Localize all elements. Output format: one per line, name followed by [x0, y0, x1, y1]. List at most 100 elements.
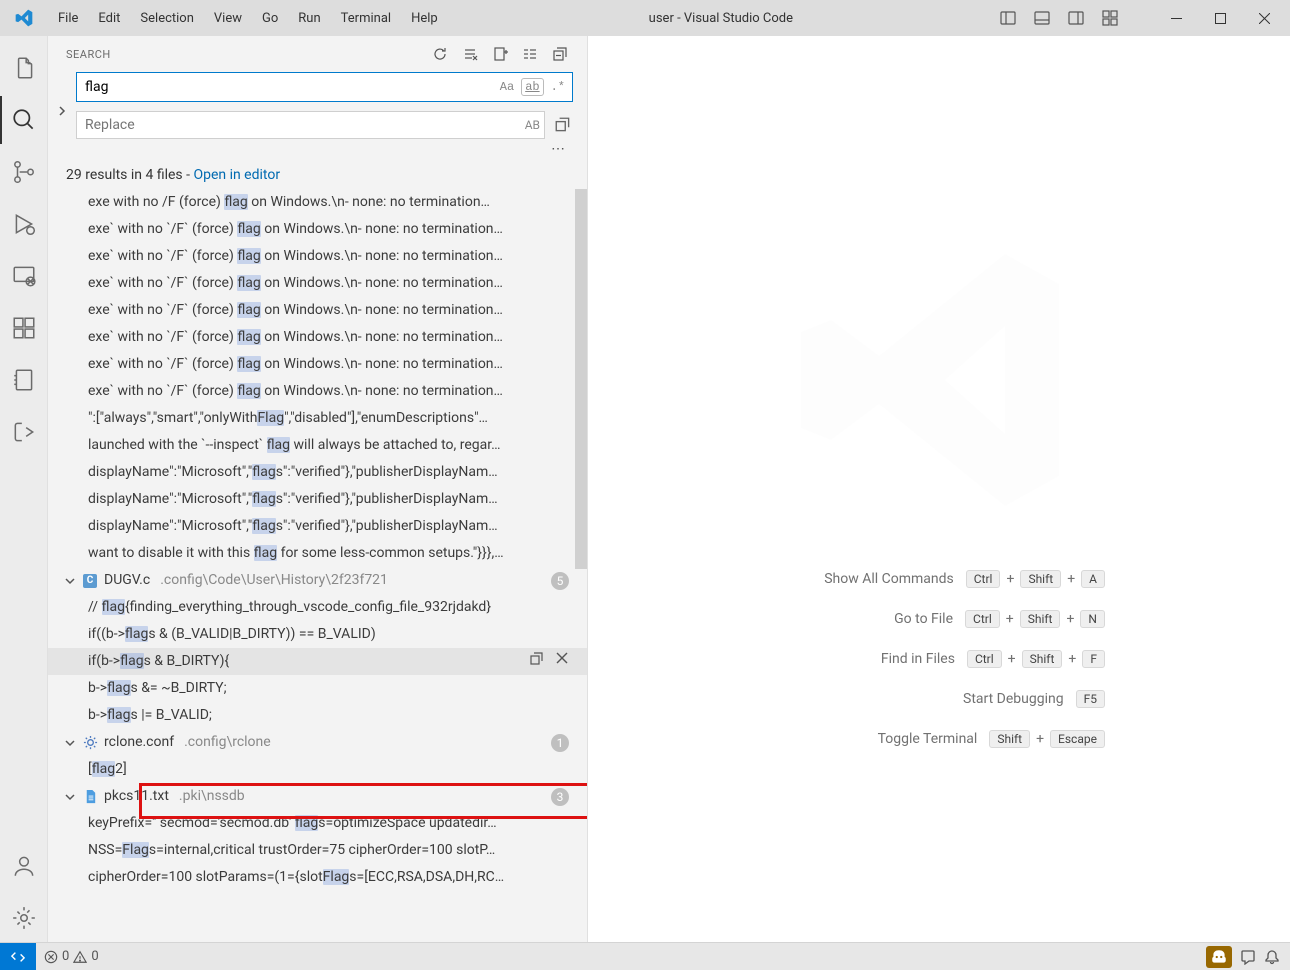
- search-result-line[interactable]: if(b->flags & B_DIRTY){: [48, 648, 587, 675]
- search-result-line[interactable]: displayName":"Microsoft","flags":"verifi…: [48, 513, 587, 540]
- activity-extensions-icon[interactable]: [0, 304, 48, 352]
- status-problems[interactable]: 0 0: [36, 949, 107, 964]
- use-regex-icon[interactable]: .*: [548, 79, 568, 95]
- search-result-line[interactable]: exe` with no `/F` (force) flag on Window…: [48, 378, 587, 405]
- search-result-line[interactable]: exe` with no `/F` (force) flag on Window…: [48, 351, 587, 378]
- file-path: .pki\nssdb: [179, 783, 245, 810]
- match-whole-word-icon[interactable]: ab: [521, 78, 543, 96]
- key: Escape: [1050, 730, 1105, 748]
- search-result-line[interactable]: exe` with no `/F` (force) flag on Window…: [48, 216, 587, 243]
- menu-edit[interactable]: Edit: [88, 5, 130, 32]
- dismiss-result-icon[interactable]: [555, 651, 569, 667]
- replace-all-icon[interactable]: [553, 115, 573, 135]
- window-maximize-icon[interactable]: [1198, 0, 1242, 36]
- menu-go[interactable]: Go: [252, 5, 288, 32]
- match-case-icon[interactable]: Aa: [497, 79, 517, 95]
- menu-view[interactable]: View: [204, 5, 252, 32]
- toggle-search-details-icon[interactable]: ⋯: [48, 139, 587, 157]
- activity-search-icon[interactable]: [0, 96, 48, 144]
- search-result-line[interactable]: NSS=Flags=internal,critical trustOrder=7…: [48, 837, 587, 864]
- editor-area: Show All CommandsCtrl+Shift+A Go to File C…: [588, 36, 1290, 942]
- key: Shift: [1020, 610, 1061, 628]
- view-as-tree-icon[interactable]: [521, 45, 539, 63]
- feedback-icon[interactable]: [1240, 949, 1256, 965]
- key: Shift: [1020, 570, 1061, 588]
- key: Shift: [1022, 650, 1063, 668]
- search-result-line[interactable]: b->flags &= ~B_DIRTY;: [48, 675, 587, 702]
- shortcut-row: Show All CommandsCtrl+Shift+A: [773, 570, 1105, 588]
- menu-terminal[interactable]: Terminal: [331, 5, 401, 32]
- chevron-down-icon: [64, 792, 76, 802]
- shortcut-label: Go to File: [773, 611, 953, 627]
- notifications-icon[interactable]: [1264, 949, 1280, 965]
- chevron-down-icon: [64, 738, 76, 748]
- shortcut-keys: Ctrl+Shift+F: [967, 650, 1105, 668]
- layout-panel-icon[interactable]: [1028, 4, 1056, 32]
- layout-customize-icon[interactable]: [1096, 4, 1124, 32]
- remote-indicator-icon[interactable]: [0, 943, 36, 970]
- search-result-line[interactable]: displayName":"Microsoft","flags":"verifi…: [48, 486, 587, 513]
- file-name: rclone.conf: [104, 729, 174, 756]
- file-name: DUGV.c: [104, 567, 150, 594]
- menu-file[interactable]: File: [48, 5, 88, 32]
- search-results-list[interactable]: exe with no /F (force) flag on Windows.\…: [48, 189, 587, 942]
- replace-input-wrap: AB: [76, 111, 545, 139]
- search-file-group[interactable]: pkcs11.txt .pki\nssdb 3: [48, 783, 587, 810]
- search-result-line[interactable]: ":["always","smart","onlyWithFlag","disa…: [48, 405, 587, 432]
- search-file-group[interactable]: rclone.conf.config\rclone1: [48, 729, 587, 756]
- search-input[interactable]: [85, 79, 497, 95]
- new-search-editor-icon[interactable]: [491, 45, 509, 63]
- search-result-line[interactable]: cipherOrder=100 slotParams=(1={slotFlags…: [48, 864, 587, 891]
- search-result-line[interactable]: exe` with no `/F` (force) flag on Window…: [48, 297, 587, 324]
- search-result-line[interactable]: if((b->flags & (B_VALID|B_DIRTY)) == B_V…: [48, 621, 587, 648]
- search-result-line[interactable]: exe` with no `/F` (force) flag on Window…: [48, 270, 587, 297]
- activity-scm-icon[interactable]: [0, 148, 48, 196]
- menu-selection[interactable]: Selection: [130, 5, 203, 32]
- replace-single-icon[interactable]: [529, 651, 545, 667]
- shortcut-keys: Ctrl+Shift+N: [965, 610, 1105, 628]
- open-in-editor-link[interactable]: Open in editor: [193, 167, 280, 183]
- preserve-case-icon[interactable]: AB: [525, 118, 540, 132]
- search-result-line[interactable]: b->flags |= B_VALID;: [48, 702, 587, 729]
- search-result-line[interactable]: exe with no /F (force) flag on Windows.\…: [48, 189, 587, 216]
- window-title: user - Visual Studio Code: [448, 11, 994, 26]
- file-name: pkcs11.txt: [104, 783, 169, 810]
- activity-explorer-icon[interactable]: [0, 44, 48, 92]
- refresh-icon[interactable]: [431, 45, 449, 63]
- search-header-label: SEARCH: [66, 48, 111, 61]
- match-count-badge: 5: [551, 572, 569, 590]
- search-result-line[interactable]: [flag2]: [48, 756, 587, 783]
- activity-account-icon[interactable]: [0, 842, 48, 890]
- clear-results-icon[interactable]: [461, 45, 479, 63]
- search-file-group[interactable]: CDUGV.c.config\Code\User\History\2f23f72…: [48, 567, 587, 594]
- search-result-line[interactable]: // flag{finding_everything_through_vscod…: [48, 594, 587, 621]
- activity-remote-icon[interactable]: [0, 252, 48, 300]
- window-minimize-icon[interactable]: [1154, 0, 1198, 36]
- layout-sidebar-right-icon[interactable]: [1062, 4, 1090, 32]
- results-summary: 29 results in 4 files - Open in editor: [48, 157, 587, 189]
- copilot-status-icon[interactable]: [1206, 946, 1232, 968]
- activity-settings-icon[interactable]: [0, 894, 48, 942]
- window-close-icon[interactable]: [1242, 0, 1286, 36]
- shortcut-row: Toggle TerminalShift+Escape: [773, 730, 1105, 748]
- menu-run[interactable]: Run: [288, 5, 330, 32]
- layout-sidebar-left-icon[interactable]: [994, 4, 1022, 32]
- key: N: [1080, 610, 1105, 628]
- search-result-line[interactable]: want to disable it with this flag for so…: [48, 540, 587, 567]
- search-result-line[interactable]: exe` with no `/F` (force) flag on Window…: [48, 243, 587, 270]
- replace-input[interactable]: [85, 117, 525, 133]
- toggle-replace-chevron-icon[interactable]: [54, 72, 70, 116]
- shortcut-label: Show All Commands: [774, 571, 954, 587]
- search-result-line[interactable]: launched with the `--inspect` flag will …: [48, 432, 587, 459]
- search-result-line[interactable]: exe` with no `/F` (force) flag on Window…: [48, 324, 587, 351]
- activity-notebook-icon[interactable]: [0, 356, 48, 404]
- activity-run-icon[interactable]: [0, 200, 48, 248]
- search-result-line[interactable]: displayName":"Microsoft","flags":"verifi…: [48, 459, 587, 486]
- shortcut-row: Go to File Ctrl+Shift+N: [773, 610, 1105, 628]
- collapse-all-icon[interactable]: [551, 45, 569, 63]
- search-result-line[interactable]: keyPrefix='' secmod='secmod.db' flags=op…: [48, 810, 587, 837]
- shortcut-label: Toggle Terminal: [797, 731, 977, 747]
- menu-help[interactable]: Help: [401, 5, 448, 32]
- match-count-badge: 3: [551, 788, 569, 806]
- activity-output-icon[interactable]: [0, 408, 48, 456]
